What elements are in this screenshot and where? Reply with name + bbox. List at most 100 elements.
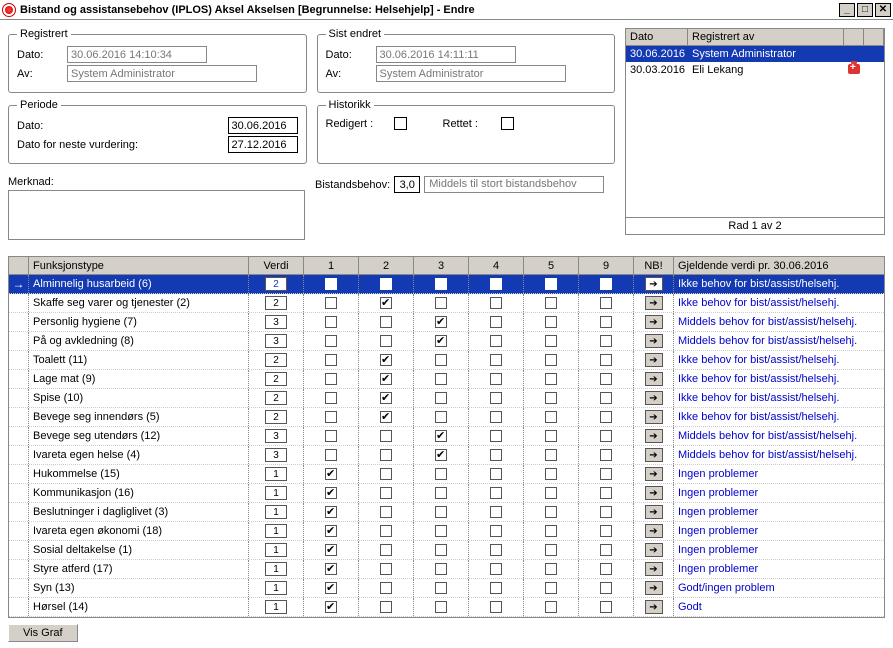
grid-checkbox-3[interactable] bbox=[435, 278, 447, 290]
grid-checkbox-5[interactable] bbox=[545, 297, 557, 309]
grid-checkbox-9[interactable] bbox=[600, 278, 612, 290]
grid-nb-button[interactable]: ➔ bbox=[645, 353, 663, 367]
grid-value-box[interactable]: 2 bbox=[265, 410, 287, 424]
grid-checkbox-5[interactable] bbox=[545, 373, 557, 385]
grid-status-link[interactable]: Ikke behov for bist/assist/helsehj. bbox=[678, 354, 839, 366]
sistendret-av-field[interactable] bbox=[376, 65, 566, 82]
grid-row[interactable]: Hukommelse (15)1➔Ingen problemer bbox=[9, 465, 884, 484]
grid-status-link[interactable]: Godt bbox=[678, 601, 702, 613]
grid-checkbox-9[interactable] bbox=[600, 316, 612, 328]
grid-checkbox-5[interactable] bbox=[545, 525, 557, 537]
grid-value-box[interactable]: 1 bbox=[265, 524, 287, 538]
grid-row[interactable]: Styre atferd (17)1➔Ingen problemer bbox=[9, 560, 884, 579]
grid-value-box[interactable]: 3 bbox=[265, 429, 287, 443]
grid-status-link[interactable]: Middels behov for bist/assist/helsehj. bbox=[678, 430, 857, 442]
grid-checkbox-9[interactable] bbox=[600, 601, 612, 613]
grid-checkbox-9[interactable] bbox=[600, 354, 612, 366]
grid-checkbox-3[interactable] bbox=[435, 297, 447, 309]
close-button[interactable]: ✕ bbox=[875, 3, 891, 17]
grid-value-box[interactable]: 2 bbox=[265, 277, 287, 291]
grid-checkbox-1[interactable] bbox=[325, 354, 337, 366]
grid-nb-button[interactable]: ➔ bbox=[645, 391, 663, 405]
grid-checkbox-9[interactable] bbox=[600, 411, 612, 423]
grid-nb-button[interactable]: ➔ bbox=[645, 543, 663, 557]
grid-value-box[interactable]: 3 bbox=[265, 334, 287, 348]
grid-value-box[interactable]: 1 bbox=[265, 467, 287, 481]
grid-checkbox-1[interactable] bbox=[325, 411, 337, 423]
grid-checkbox-1[interactable] bbox=[325, 601, 337, 613]
grid-checkbox-5[interactable] bbox=[545, 430, 557, 442]
grid-checkbox-5[interactable] bbox=[545, 563, 557, 575]
bistand-value-field[interactable] bbox=[394, 176, 420, 193]
grid-status-link[interactable]: Ikke behov for bist/assist/helsehj. bbox=[678, 373, 839, 385]
grid-checkbox-3[interactable] bbox=[435, 411, 447, 423]
grid-checkbox-4[interactable] bbox=[490, 544, 502, 556]
grid-row[interactable]: Personlig hygiene (7)3➔Middels behov for… bbox=[9, 313, 884, 332]
grid-row[interactable]: Hørsel (14)1➔Godt bbox=[9, 598, 884, 617]
grid-checkbox-9[interactable] bbox=[600, 563, 612, 575]
grid-checkbox-1[interactable] bbox=[325, 582, 337, 594]
grid-status-link[interactable]: Ingen problemer bbox=[678, 544, 758, 556]
grid-checkbox-5[interactable] bbox=[545, 278, 557, 290]
grid-checkbox-2[interactable] bbox=[380, 449, 392, 461]
grid-checkbox-2[interactable] bbox=[380, 544, 392, 556]
grid-checkbox-4[interactable] bbox=[490, 335, 502, 347]
grid-nb-button[interactable]: ➔ bbox=[645, 410, 663, 424]
grid-status-link[interactable]: Ikke behov for bist/assist/helsehj. bbox=[678, 392, 839, 404]
grid-checkbox-4[interactable] bbox=[490, 297, 502, 309]
rettet-checkbox[interactable] bbox=[501, 117, 514, 130]
grid-checkbox-9[interactable] bbox=[600, 297, 612, 309]
grid-checkbox-2[interactable] bbox=[380, 601, 392, 613]
grid-nb-button[interactable]: ➔ bbox=[645, 448, 663, 462]
grid-checkbox-2[interactable] bbox=[380, 354, 392, 366]
minimize-button[interactable]: _ bbox=[839, 3, 855, 17]
grid-checkbox-4[interactable] bbox=[490, 373, 502, 385]
grid-checkbox-1[interactable] bbox=[325, 563, 337, 575]
grid-status-link[interactable]: Ingen problemer bbox=[678, 468, 758, 480]
grid-checkbox-2[interactable] bbox=[380, 278, 392, 290]
history-list[interactable]: Dato Registrert av 30.06.2016System Admi… bbox=[625, 28, 885, 218]
grid-nb-button[interactable]: ➔ bbox=[645, 372, 663, 386]
grid-checkbox-5[interactable] bbox=[545, 449, 557, 461]
grid-checkbox-5[interactable] bbox=[545, 544, 557, 556]
grid-row[interactable]: Lage mat (9)2➔Ikke behov for bist/assist… bbox=[9, 370, 884, 389]
grid-checkbox-4[interactable] bbox=[490, 601, 502, 613]
grid-value-box[interactable]: 2 bbox=[265, 296, 287, 310]
grid-checkbox-3[interactable] bbox=[435, 506, 447, 518]
maximize-button[interactable]: □ bbox=[857, 3, 873, 17]
grid-row[interactable]: Bevege seg innendørs (5)2➔Ikke behov for… bbox=[9, 408, 884, 427]
grid-value-box[interactable]: 1 bbox=[265, 505, 287, 519]
grid-status-link[interactable]: Middels behov for bist/assist/helsehj. bbox=[678, 316, 857, 328]
grid-checkbox-3[interactable] bbox=[435, 449, 447, 461]
grid-checkbox-1[interactable] bbox=[325, 449, 337, 461]
grid-checkbox-9[interactable] bbox=[600, 373, 612, 385]
grid-value-box[interactable]: 1 bbox=[265, 486, 287, 500]
grid-checkbox-4[interactable] bbox=[490, 449, 502, 461]
grid-status-link[interactable]: Ingen problemer bbox=[678, 525, 758, 537]
grid-checkbox-3[interactable] bbox=[435, 354, 447, 366]
grid-checkbox-9[interactable] bbox=[600, 335, 612, 347]
grid-checkbox-1[interactable] bbox=[325, 506, 337, 518]
grid-checkbox-2[interactable] bbox=[380, 506, 392, 518]
grid-row[interactable]: Ivareta egen helse (4)3➔Middels behov fo… bbox=[9, 446, 884, 465]
merknad-textarea[interactable] bbox=[8, 190, 305, 240]
grid-status-link[interactable]: Middels behov for bist/assist/helsehj. bbox=[678, 335, 857, 347]
grid-checkbox-4[interactable] bbox=[490, 411, 502, 423]
grid-checkbox-1[interactable] bbox=[325, 297, 337, 309]
grid-row[interactable]: Skaffe seg varer og tjenester (2)2➔Ikke … bbox=[9, 294, 884, 313]
grid-checkbox-1[interactable] bbox=[325, 392, 337, 404]
history-row[interactable]: 30.06.2016System Administrator bbox=[626, 46, 884, 62]
grid-checkbox-3[interactable] bbox=[435, 430, 447, 442]
grid-nb-button[interactable]: ➔ bbox=[645, 296, 663, 310]
grid-checkbox-4[interactable] bbox=[490, 392, 502, 404]
grid-nb-button[interactable]: ➔ bbox=[645, 581, 663, 595]
grid-checkbox-5[interactable] bbox=[545, 335, 557, 347]
grid-value-box[interactable]: 2 bbox=[265, 353, 287, 367]
grid-row[interactable]: Syn (13)1➔Godt/ingen problem bbox=[9, 579, 884, 598]
grid-checkbox-9[interactable] bbox=[600, 392, 612, 404]
grid-checkbox-4[interactable] bbox=[490, 563, 502, 575]
grid-checkbox-9[interactable] bbox=[600, 487, 612, 499]
grid-value-box[interactable]: 1 bbox=[265, 562, 287, 576]
periode-dato-field[interactable] bbox=[228, 117, 298, 134]
grid-checkbox-4[interactable] bbox=[490, 506, 502, 518]
